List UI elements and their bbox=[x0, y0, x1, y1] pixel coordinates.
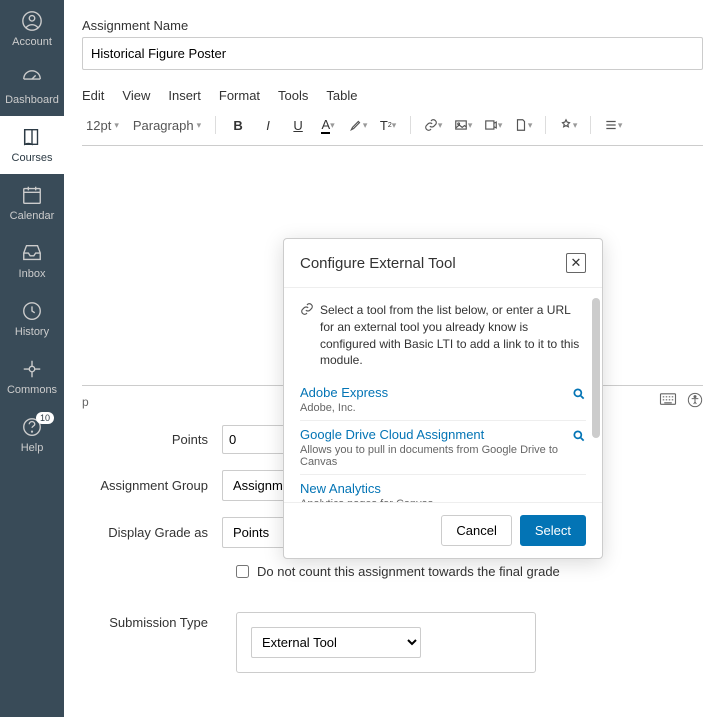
tool-desc: Allows you to pull in documents from Goo… bbox=[300, 444, 586, 468]
tool-item: New Analytics Analytics pages for Canvas bbox=[300, 475, 586, 503]
search-icon[interactable] bbox=[572, 429, 586, 446]
scrollbar[interactable] bbox=[592, 298, 600, 438]
close-button[interactable]: ✕ bbox=[566, 253, 586, 273]
tool-item: Adobe Express Adobe, Inc. bbox=[300, 379, 586, 421]
tool-desc: Analytics pages for Canvas bbox=[300, 498, 586, 503]
tool-link-adobe-express[interactable]: Adobe Express bbox=[300, 385, 388, 400]
select-button[interactable]: Select bbox=[520, 515, 586, 546]
tool-link-google-drive[interactable]: Google Drive Cloud Assignment bbox=[300, 427, 484, 442]
configure-external-tool-modal: Configure External Tool ✕ Select a tool … bbox=[283, 238, 603, 559]
tool-item: Google Drive Cloud Assignment Allows you… bbox=[300, 421, 586, 475]
tool-desc: Adobe, Inc. bbox=[300, 402, 586, 414]
tool-link-new-analytics[interactable]: New Analytics bbox=[300, 481, 381, 496]
search-icon[interactable] bbox=[572, 387, 586, 404]
link-icon bbox=[300, 302, 314, 369]
modal-overlay: Configure External Tool ✕ Select a tool … bbox=[0, 0, 721, 717]
modal-title: Configure External Tool bbox=[300, 255, 456, 272]
cancel-button[interactable]: Cancel bbox=[441, 515, 511, 546]
close-icon: ✕ bbox=[571, 255, 582, 271]
modal-description: Select a tool from the list below, or en… bbox=[320, 302, 586, 369]
